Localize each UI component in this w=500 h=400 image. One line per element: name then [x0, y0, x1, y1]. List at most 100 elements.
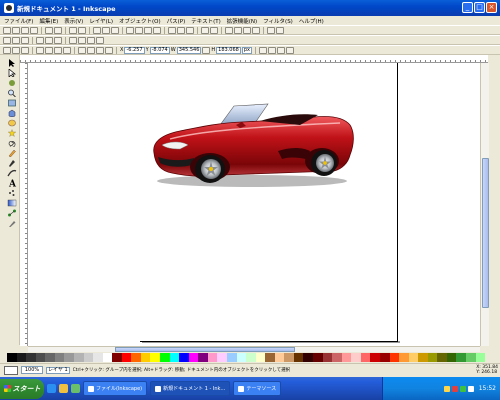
snap-center-icon[interactable] [69, 36, 77, 44]
palette-swatch[interactable] [7, 353, 17, 362]
snap-nodes-icon[interactable] [21, 36, 29, 44]
palette-swatch[interactable] [313, 353, 323, 362]
palette-swatch[interactable] [427, 353, 438, 362]
palette-swatch[interactable] [140, 353, 151, 362]
palette-swatch[interactable] [399, 353, 409, 362]
palette-swatch[interactable] [73, 353, 84, 362]
palette-swatch[interactable] [246, 353, 256, 362]
paste-icon[interactable] [111, 26, 119, 34]
flip-vertical-icon[interactable] [63, 46, 71, 54]
palette-swatch[interactable] [408, 353, 419, 362]
palette-swatch[interactable] [93, 353, 103, 362]
red-sports-car-drawing[interactable] [150, 101, 355, 191]
menu-help[interactable]: ヘルプ(H) [299, 17, 324, 25]
flip-horizontal-icon[interactable] [54, 46, 62, 54]
print-icon[interactable] [30, 26, 38, 34]
palette-swatch[interactable] [255, 353, 266, 362]
deselect-icon[interactable] [21, 46, 29, 54]
export-icon[interactable] [54, 26, 62, 34]
palette-swatch[interactable] [284, 353, 294, 362]
menu-view[interactable]: 表示(V) [64, 17, 83, 25]
palette-swatch[interactable] [35, 353, 46, 362]
lock-ratio-icon[interactable] [202, 46, 211, 54]
xml-editor-icon[interactable] [243, 26, 251, 34]
volume-icon[interactable] [467, 385, 474, 392]
palette-swatch[interactable] [322, 353, 333, 362]
palette-swatch[interactable] [332, 353, 342, 362]
open-icon[interactable] [12, 26, 20, 34]
unlink-clone-icon[interactable] [186, 26, 194, 34]
palette-swatch[interactable] [188, 353, 199, 362]
text-tool-icon[interactable]: A [7, 179, 17, 188]
scale-corners-icon[interactable] [267, 46, 276, 54]
new-document-icon[interactable] [3, 26, 11, 34]
zoom-page-icon[interactable] [144, 26, 152, 34]
palette-swatch[interactable] [456, 353, 466, 362]
3d-box-tool-icon[interactable] [7, 109, 17, 117]
spray-tool-icon[interactable] [7, 189, 17, 197]
menu-layer[interactable]: レイヤ(L) [89, 17, 113, 25]
snap-path-icon[interactable] [96, 36, 104, 44]
vertical-ruler[interactable] [20, 63, 28, 346]
save-icon[interactable] [21, 26, 29, 34]
unit-select[interactable]: px [241, 46, 252, 54]
fill-stroke-icon[interactable] [225, 26, 233, 34]
import-icon[interactable] [45, 26, 53, 34]
palette-swatch[interactable] [236, 353, 247, 362]
palette-swatch[interactable] [83, 353, 94, 362]
raise-icon[interactable] [87, 46, 95, 54]
snap-grid-icon[interactable] [36, 36, 44, 44]
vertical-scroll-thumb[interactable] [482, 158, 489, 308]
ime-icon[interactable] [443, 385, 450, 392]
palette-swatch[interactable] [303, 353, 313, 362]
palette-swatch[interactable] [160, 353, 170, 362]
snap-bbox-icon[interactable] [12, 36, 20, 44]
palette-swatch[interactable] [418, 353, 428, 362]
transform-gradients-icon[interactable] [276, 46, 285, 54]
zoom-selection-icon[interactable] [126, 26, 134, 34]
connector-tool-icon[interactable] [7, 209, 17, 217]
snap-enable-icon[interactable] [3, 36, 11, 44]
dropper-tool-icon[interactable] [7, 219, 17, 227]
lower-icon[interactable] [96, 46, 104, 54]
palette-swatch[interactable] [45, 353, 55, 362]
palette-swatch[interactable] [54, 353, 65, 362]
palette-swatch[interactable] [475, 353, 486, 362]
ellipse-tool-icon[interactable] [7, 119, 17, 127]
rectangle-tool-icon[interactable] [7, 99, 17, 107]
palette-swatch[interactable] [26, 353, 36, 362]
width-field[interactable]: 345.546 [176, 46, 202, 54]
menu-file[interactable]: ファイル(F) [4, 17, 33, 25]
snap-guide-icon[interactable] [45, 36, 53, 44]
copy-icon[interactable] [93, 26, 101, 34]
tweak-tool-icon[interactable] [7, 79, 17, 87]
palette-swatch[interactable] [379, 353, 390, 362]
drawing-canvas[interactable] [28, 63, 480, 346]
palette-swatch[interactable] [64, 353, 74, 362]
snap-midpoint-icon[interactable] [78, 36, 86, 44]
gradient-tool-icon[interactable] [7, 199, 17, 207]
layer-select[interactable]: レイヤ 1 [46, 366, 70, 374]
palette-swatch[interactable] [226, 353, 237, 362]
lower-to-bottom-icon[interactable] [105, 46, 113, 54]
horizontal-scrollbar[interactable] [28, 346, 480, 352]
palette-swatch[interactable] [360, 353, 371, 362]
fill-stroke-indicator[interactable] [4, 365, 18, 375]
transform-patterns-icon[interactable] [285, 46, 294, 54]
palette-swatch[interactable] [446, 353, 457, 362]
selector-tool-icon[interactable] [7, 59, 17, 67]
y-field[interactable]: -8.074 [149, 46, 170, 54]
palette-swatch[interactable] [341, 353, 352, 362]
preferences-icon[interactable] [267, 26, 275, 34]
document-properties-icon[interactable] [276, 26, 284, 34]
palette-swatch[interactable] [16, 353, 27, 362]
palette-swatch[interactable] [389, 353, 400, 362]
menu-text[interactable]: テキスト(T) [191, 17, 221, 25]
taskbar-item-explorer[interactable]: ファイル(Inkscape) [83, 381, 148, 396]
node-tool-icon[interactable] [7, 69, 17, 77]
vertical-scrollbar[interactable] [480, 63, 489, 346]
height-field[interactable]: 183.068 [216, 46, 241, 54]
palette-swatch[interactable] [102, 353, 113, 362]
rotate-ccw-icon[interactable] [36, 46, 44, 54]
palette-swatch[interactable] [121, 353, 132, 362]
